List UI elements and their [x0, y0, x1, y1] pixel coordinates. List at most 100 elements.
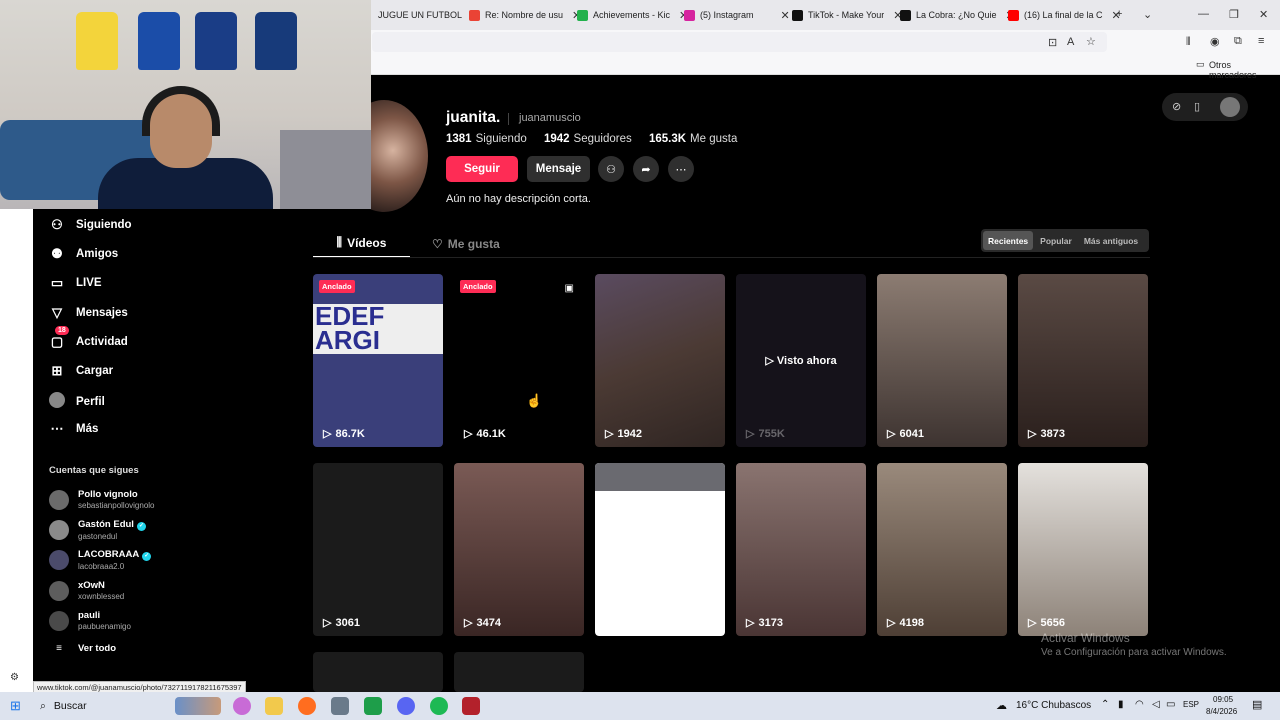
sidebar-item-profile[interactable]: Perfil [49, 392, 105, 411]
video-card[interactable]: ▷ 3873 [1018, 274, 1148, 447]
activate-windows-title: Activar Windows [1041, 631, 1130, 645]
video-card[interactable]: ▷ 4601 [595, 463, 725, 636]
video-card[interactable]: ▷ 6041 [877, 274, 1007, 447]
video-card[interactable]: Anclado ▣ ☝ ▷ 46.1K [454, 274, 584, 447]
tiktok-icon [900, 9, 911, 21]
view-count: ▷ 6041 [887, 427, 924, 441]
video-card[interactable]: ▷ 3061 [313, 463, 443, 636]
view-count: ▷ 3474 [464, 616, 501, 630]
jersey-image [255, 12, 297, 70]
view-count: ▷ 5656 [1028, 616, 1065, 630]
other-bookmarks[interactable]: Otros marcadores [1209, 60, 1280, 80]
video-card[interactable]: EDEF ARGI Anclado ▷ 86.7K [313, 274, 443, 447]
windows-start-icon[interactable]: ⊞ [10, 698, 21, 714]
url-input[interactable] [372, 32, 1107, 52]
sidebar-item-friends[interactable]: ⚉ Amigos [49, 246, 118, 262]
new-tab-icon[interactable]: + [1116, 8, 1122, 20]
activity-icon: ▢ 18 [49, 326, 69, 350]
followed-account[interactable]: pauli paubuenamigo [49, 610, 131, 631]
profile-handle: juanamuscio [519, 112, 581, 124]
video-card[interactable] [454, 652, 584, 692]
app-icon[interactable] [364, 697, 382, 715]
video-card[interactable] [313, 652, 443, 692]
video-card[interactable]: ▷ 3474 [454, 463, 584, 636]
sidebar-item-more[interactable]: ⋯ Más [49, 421, 99, 437]
play-icon: ▷ [1028, 428, 1037, 440]
sidebar-item-live[interactable]: ▭ LIVE [49, 275, 102, 291]
notification-icon[interactable]: ▤ [1252, 698, 1262, 711]
battery-icon[interactable]: ▭ [1166, 699, 1175, 710]
video-card[interactable]: ▷ 5656 [1018, 463, 1148, 636]
messages-icon: ▽ [52, 305, 62, 320]
view-count: ▷ 3873 [1028, 427, 1065, 441]
heart-icon: ♡ [432, 236, 443, 251]
browser-tab[interactable]: Achievements - Kic✕ [571, 0, 694, 30]
avatar [49, 610, 69, 631]
following-label[interactable]: Siguiendo [476, 133, 527, 145]
video-card[interactable]: ▷ 1942 [595, 274, 725, 447]
restore-icon[interactable]: ❐ [1229, 8, 1239, 21]
app-icon[interactable] [331, 697, 349, 715]
weather-text[interactable]: 16°C Chubascos [1016, 700, 1091, 711]
suggested-accounts-icon[interactable]: ⚇ [598, 156, 624, 182]
video-card[interactable]: ▷ 4198 [877, 463, 1007, 636]
followed-account[interactable]: xOwN xownblessed [49, 580, 124, 601]
followed-account[interactable]: Pollo vignolo sebastianpollovignolo [49, 489, 155, 510]
phone-icon[interactable]: ▯ [1194, 100, 1200, 113]
thumbnail-graphic: EDEF ARGI [313, 303, 443, 354]
following-accounts-title: Cuentas que sigues [49, 465, 139, 476]
followed-account[interactable]: Gastón Edul ✓ gastonedul [49, 519, 146, 541]
sort-popular[interactable]: Popular [1035, 231, 1077, 250]
volume-icon[interactable]: ◁ [1152, 699, 1160, 710]
browser-tab[interactable]: TikTok - Make Your ✕ [786, 0, 908, 30]
sidebar-item-following[interactable]: ⚇ Siguiendo [49, 217, 131, 233]
library-icon[interactable]: ⫴ [1186, 36, 1191, 49]
chevron-down-icon[interactable]: ⌄ [1143, 8, 1152, 21]
mic-icon[interactable]: ▮ [1118, 699, 1124, 710]
extensions-icon[interactable]: ⧉ [1234, 35, 1242, 48]
tab-videos[interactable]: ⫼ Vídeos [313, 229, 410, 258]
install-icon[interactable]: ⊡ [1048, 36, 1057, 49]
browser-tab[interactable]: (16) La final de la C ✕ [1002, 0, 1127, 30]
video-card[interactable]: ▷ Visto ahora ▷ 755K [736, 274, 866, 447]
discord-icon[interactable] [397, 697, 415, 715]
video-card[interactable]: ▷ 3173 [736, 463, 866, 636]
account-icon[interactable]: ◉ [1210, 35, 1220, 48]
clock-date[interactable]: 8/4/2026 [1206, 707, 1237, 716]
followed-account[interactable]: LACOBRAAA ✓ lacobraaa2.0 [49, 549, 152, 571]
widget-image[interactable] [175, 697, 221, 715]
star-icon[interactable]: ☆ [1086, 35, 1096, 48]
follow-button[interactable]: Seguir [446, 156, 518, 182]
wifi-icon[interactable]: ◠ [1135, 699, 1144, 710]
share-icon[interactable]: ➦ [633, 156, 659, 182]
sort-recent[interactable]: Recientes [983, 231, 1034, 250]
followers-label[interactable]: Seguidores [574, 133, 632, 145]
sort-oldest[interactable]: Más antiguos [1079, 231, 1143, 250]
language-indicator[interactable]: ESP [1183, 700, 1199, 709]
settings-gear-icon[interactable]: ⚙ [10, 672, 19, 683]
close-window-icon[interactable]: ✕ [1259, 8, 1268, 21]
clock-time[interactable]: 09:05 [1213, 695, 1233, 704]
browser-tab[interactable]: Re: Nombre de usu✕ [463, 0, 587, 30]
sidebar-item-messages[interactable]: ▽ Mensajes [49, 305, 128, 321]
sidebar-item-activity[interactable]: ▢ 18 Actividad [49, 326, 128, 350]
grid-icon: ⫼ [336, 235, 343, 249]
translate-icon[interactable]: A [1067, 36, 1074, 48]
avatar[interactable] [1220, 97, 1240, 117]
menu-icon[interactable]: ≡ [1258, 35, 1264, 47]
firefox-icon[interactable] [298, 697, 316, 715]
compass-icon[interactable]: ⊘ [1172, 100, 1181, 113]
list-icon: ≡ [56, 643, 62, 654]
message-button[interactable]: Mensaje [527, 156, 590, 182]
sidebar-item-upload[interactable]: ⊞ Cargar [49, 363, 114, 379]
copilot-icon[interactable] [233, 697, 251, 715]
minimize-icon[interactable]: — [1198, 8, 1209, 20]
file-explorer-icon[interactable] [265, 697, 283, 715]
chevron-up-icon[interactable]: ⌃ [1101, 699, 1109, 710]
see-all-link[interactable]: ≡ Ver todo [49, 643, 116, 654]
tab-likes[interactable]: ♡ Me gusta [432, 229, 500, 258]
spotify-icon[interactable] [430, 697, 448, 715]
more-options-icon[interactable]: ⋯ [668, 156, 694, 182]
browser-tab[interactable]: (5) Instagram ✕ [678, 0, 796, 30]
app-icon[interactable] [462, 697, 480, 715]
